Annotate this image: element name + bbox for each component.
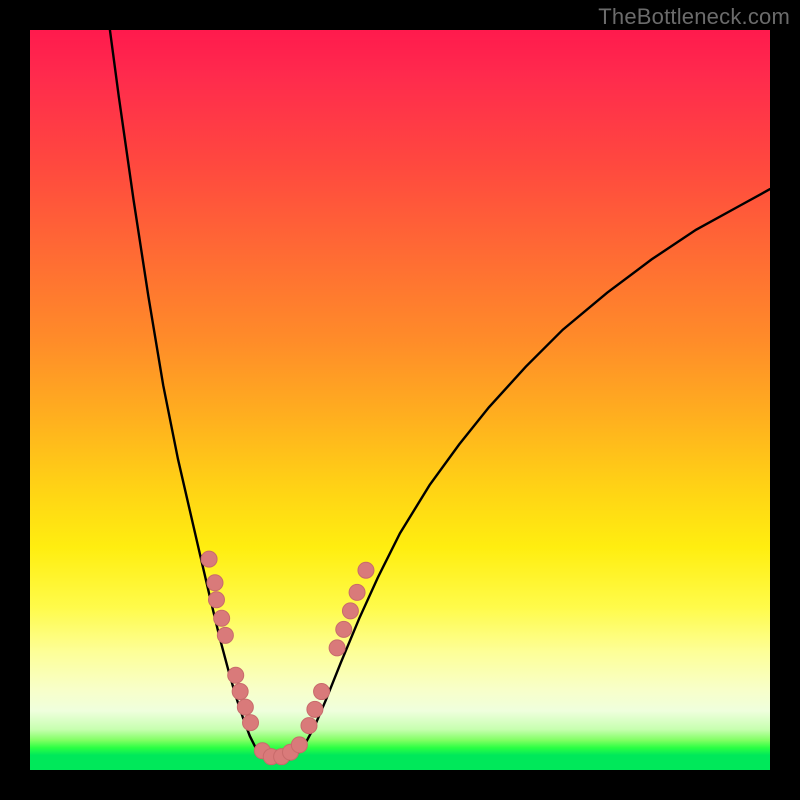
plot-svg [30, 30, 770, 770]
data-marker [237, 699, 253, 715]
data-marker [291, 737, 307, 753]
chart-frame: TheBottleneck.com [0, 0, 800, 800]
watermark-text: TheBottleneck.com [598, 4, 790, 30]
data-marker [342, 603, 358, 619]
data-marker [228, 667, 244, 683]
data-marker [349, 584, 365, 600]
bottleneck-curve [110, 30, 770, 760]
data-marker [358, 562, 374, 578]
data-marker [208, 592, 224, 608]
data-marker [214, 610, 230, 626]
data-marker [232, 684, 248, 700]
data-marker [307, 701, 323, 717]
data-marker [201, 551, 217, 567]
data-marker [207, 575, 223, 591]
plot-area [30, 30, 770, 770]
data-marker [329, 640, 345, 656]
data-marker [301, 718, 317, 734]
data-marker [336, 621, 352, 637]
data-marker [314, 684, 330, 700]
marker-layer [201, 551, 374, 765]
curve-layer [110, 30, 770, 760]
data-marker [243, 715, 259, 731]
data-marker [217, 627, 233, 643]
